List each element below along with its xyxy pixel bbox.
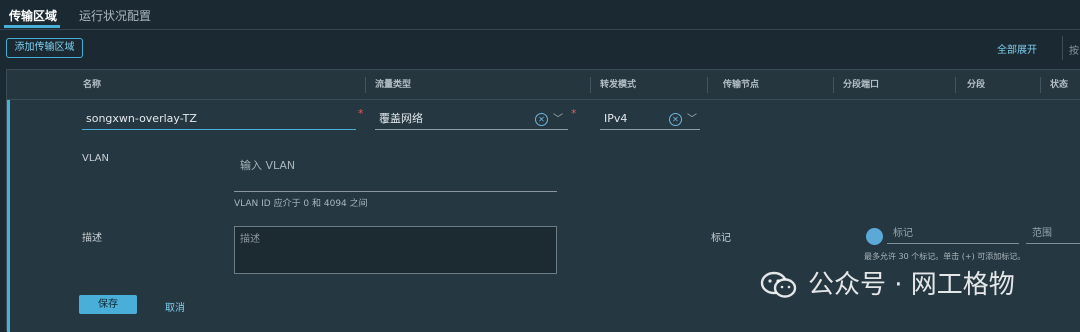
watermark: 公众号 · 网工格物: [760, 268, 1060, 302]
column-transport-nodes[interactable]: 传输节点: [715, 70, 759, 100]
tab-health-config[interactable]: 运行状况配置: [79, 7, 151, 24]
column-segment-ports[interactable]: 分段端口: [835, 70, 879, 100]
vlan-label: VLAN: [82, 153, 109, 164]
clear-icon[interactable]: ✕: [669, 113, 682, 126]
scope-input[interactable]: 范围: [1026, 226, 1080, 244]
search-input[interactable]: 按: [1062, 36, 1080, 60]
required-marker: *: [358, 107, 364, 120]
grid-header: 名称 流量类型 转发模式 传输节点 分段端口 分段 状态: [7, 70, 1080, 100]
tab-bar: 传输区域 运行状况配置: [0, 0, 1080, 30]
chevron-down-icon[interactable]: ﹀: [687, 110, 697, 125]
vlan-input[interactable]: 输入 VLAN: [234, 148, 557, 192]
vlan-hint: VLAN ID 应介于 0 和 4094 之间: [234, 199, 368, 209]
expand-all-link[interactable]: 全部展开: [997, 41, 1037, 56]
forwarding-mode-select[interactable]: IPv4: [600, 110, 700, 130]
row-accent-bar: [7, 100, 10, 332]
description-textarea[interactable]: 描述: [234, 226, 557, 274]
tags-label: 标记: [711, 233, 731, 244]
description-label: 描述: [82, 233, 102, 244]
tag-input[interactable]: 标记: [887, 226, 1019, 244]
name-input[interactable]: songxwn-overlay-TZ: [82, 110, 356, 130]
tags-hint: 最多允许 30 个标记。单击 (+) 可添加标记。: [864, 252, 1026, 261]
column-forwarding-mode[interactable]: 转发模式: [592, 70, 636, 100]
column-traffic-type[interactable]: 流量类型: [367, 70, 411, 100]
required-marker: *: [571, 107, 577, 120]
column-segments[interactable]: 分段: [959, 70, 985, 100]
wechat-icon: [760, 271, 797, 298]
tag-icon[interactable]: [866, 228, 883, 245]
chevron-down-icon[interactable]: ﹀: [553, 110, 563, 125]
clear-icon[interactable]: ✕: [535, 113, 548, 126]
watermark-text: 公众号 · 网工格物: [808, 270, 1015, 300]
column-name[interactable]: 名称: [75, 70, 101, 100]
active-tab-indicator: [4, 25, 60, 28]
cancel-button[interactable]: 取消: [165, 299, 185, 314]
column-status[interactable]: 状态: [1042, 70, 1068, 100]
add-transport-zone-button[interactable]: 添加传输区域: [6, 38, 83, 58]
save-button[interactable]: 保存: [79, 295, 137, 314]
tab-transport-zones[interactable]: 传输区域: [9, 7, 57, 24]
